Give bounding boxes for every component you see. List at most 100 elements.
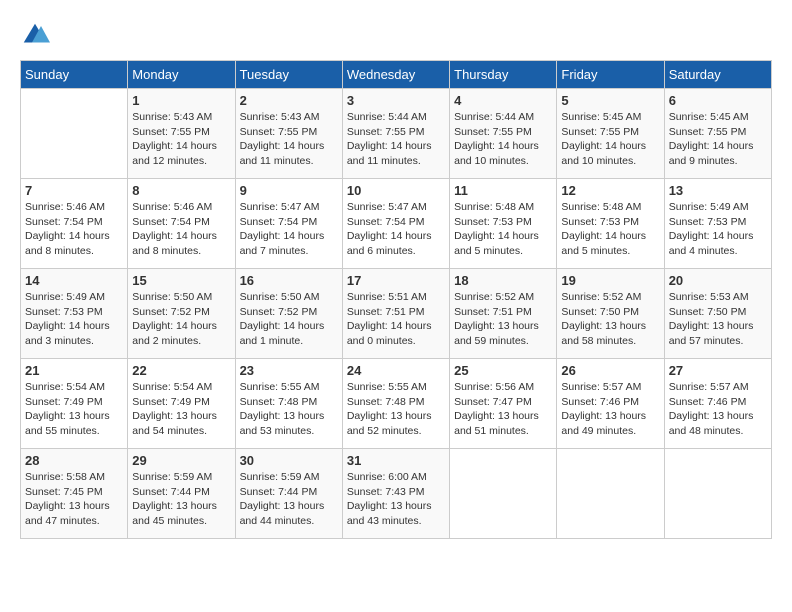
day-info: Sunrise: 5:47 AM Sunset: 7:54 PM Dayligh… <box>240 200 338 259</box>
day-info: Sunrise: 5:48 AM Sunset: 7:53 PM Dayligh… <box>454 200 552 259</box>
header-day-friday: Friday <box>557 61 664 89</box>
calendar-cell: 12 Sunrise: 5:48 AM Sunset: 7:53 PM Dayli… <box>557 179 664 269</box>
day-info: Sunrise: 5:44 AM Sunset: 7:55 PM Dayligh… <box>454 110 552 169</box>
day-number: 3 <box>347 93 445 108</box>
day-info: Sunrise: 5:55 AM Sunset: 7:48 PM Dayligh… <box>347 380 445 439</box>
day-number: 31 <box>347 453 445 468</box>
day-info: Sunrise: 5:45 AM Sunset: 7:55 PM Dayligh… <box>669 110 767 169</box>
day-number: 11 <box>454 183 552 198</box>
calendar-cell: 23 Sunrise: 5:55 AM Sunset: 7:48 PM Dayli… <box>235 359 342 449</box>
day-number: 12 <box>561 183 659 198</box>
day-info: Sunrise: 5:59 AM Sunset: 7:44 PM Dayligh… <box>240 470 338 529</box>
calendar-cell: 31 Sunrise: 6:00 AM Sunset: 7:43 PM Dayli… <box>342 449 449 539</box>
calendar-cell: 18 Sunrise: 5:52 AM Sunset: 7:51 PM Dayli… <box>450 269 557 359</box>
calendar-week-3: 14 Sunrise: 5:49 AM Sunset: 7:53 PM Dayli… <box>21 269 772 359</box>
day-info: Sunrise: 5:47 AM Sunset: 7:54 PM Dayligh… <box>347 200 445 259</box>
day-number: 8 <box>132 183 230 198</box>
day-number: 1 <box>132 93 230 108</box>
day-info: Sunrise: 5:57 AM Sunset: 7:46 PM Dayligh… <box>561 380 659 439</box>
calendar-cell: 5 Sunrise: 5:45 AM Sunset: 7:55 PM Daylig… <box>557 89 664 179</box>
day-info: Sunrise: 5:44 AM Sunset: 7:55 PM Dayligh… <box>347 110 445 169</box>
day-info: Sunrise: 5:45 AM Sunset: 7:55 PM Dayligh… <box>561 110 659 169</box>
page-header <box>20 20 772 50</box>
day-number: 14 <box>25 273 123 288</box>
calendar-body: 1 Sunrise: 5:43 AM Sunset: 7:55 PM Daylig… <box>21 89 772 539</box>
calendar-cell: 30 Sunrise: 5:59 AM Sunset: 7:44 PM Dayli… <box>235 449 342 539</box>
day-number: 24 <box>347 363 445 378</box>
calendar-week-5: 28Sunrise: 5:58 AM Sunset: 7:45 PM Dayli… <box>21 449 772 539</box>
calendar-cell: 21Sunrise: 5:54 AM Sunset: 7:49 PM Dayli… <box>21 359 128 449</box>
calendar-cell: 11 Sunrise: 5:48 AM Sunset: 7:53 PM Dayli… <box>450 179 557 269</box>
day-number: 27 <box>669 363 767 378</box>
calendar-cell: 27 Sunrise: 5:57 AM Sunset: 7:46 PM Dayli… <box>664 359 771 449</box>
header-day-wednesday: Wednesday <box>342 61 449 89</box>
calendar-cell: 2 Sunrise: 5:43 AM Sunset: 7:55 PM Daylig… <box>235 89 342 179</box>
day-info: Sunrise: 5:48 AM Sunset: 7:53 PM Dayligh… <box>561 200 659 259</box>
day-info: Sunrise: 5:57 AM Sunset: 7:46 PM Dayligh… <box>669 380 767 439</box>
day-info: Sunrise: 5:54 AM Sunset: 7:49 PM Dayligh… <box>25 380 123 439</box>
calendar-cell: 15 Sunrise: 5:50 AM Sunset: 7:52 PM Dayli… <box>128 269 235 359</box>
day-info: Sunrise: 5:43 AM Sunset: 7:55 PM Dayligh… <box>132 110 230 169</box>
header-day-thursday: Thursday <box>450 61 557 89</box>
calendar-week-2: 7 Sunrise: 5:46 AM Sunset: 7:54 PM Daylig… <box>21 179 772 269</box>
logo-icon <box>20 20 50 50</box>
day-info: Sunrise: 5:52 AM Sunset: 7:50 PM Dayligh… <box>561 290 659 349</box>
calendar-cell: 13Sunrise: 5:49 AM Sunset: 7:53 PM Dayli… <box>664 179 771 269</box>
day-number: 23 <box>240 363 338 378</box>
day-info: Sunrise: 5:43 AM Sunset: 7:55 PM Dayligh… <box>240 110 338 169</box>
day-number: 26 <box>561 363 659 378</box>
header-day-tuesday: Tuesday <box>235 61 342 89</box>
day-number: 29 <box>132 453 230 468</box>
calendar-cell: 29 Sunrise: 5:59 AM Sunset: 7:44 PM Dayli… <box>128 449 235 539</box>
calendar-cell: 28Sunrise: 5:58 AM Sunset: 7:45 PM Dayli… <box>21 449 128 539</box>
calendar-cell <box>450 449 557 539</box>
logo <box>20 20 54 50</box>
calendar-cell: 3 Sunrise: 5:44 AM Sunset: 7:55 PM Daylig… <box>342 89 449 179</box>
header-day-sunday: Sunday <box>21 61 128 89</box>
day-info: Sunrise: 5:59 AM Sunset: 7:44 PM Dayligh… <box>132 470 230 529</box>
day-number: 17 <box>347 273 445 288</box>
day-number: 15 <box>132 273 230 288</box>
day-info: Sunrise: 5:46 AM Sunset: 7:54 PM Dayligh… <box>25 200 123 259</box>
day-info: Sunrise: 5:52 AM Sunset: 7:51 PM Dayligh… <box>454 290 552 349</box>
day-info: Sunrise: 5:49 AM Sunset: 7:53 PM Dayligh… <box>25 290 123 349</box>
day-info: Sunrise: 5:55 AM Sunset: 7:48 PM Dayligh… <box>240 380 338 439</box>
day-info: Sunrise: 5:53 AM Sunset: 7:50 PM Dayligh… <box>669 290 767 349</box>
day-info: Sunrise: 5:46 AM Sunset: 7:54 PM Dayligh… <box>132 200 230 259</box>
day-info: Sunrise: 5:51 AM Sunset: 7:51 PM Dayligh… <box>347 290 445 349</box>
calendar-cell <box>21 89 128 179</box>
calendar-cell: 4 Sunrise: 5:44 AM Sunset: 7:55 PM Daylig… <box>450 89 557 179</box>
calendar-cell: 20Sunrise: 5:53 AM Sunset: 7:50 PM Dayli… <box>664 269 771 359</box>
day-number: 18 <box>454 273 552 288</box>
calendar-cell: 25Sunrise: 5:56 AM Sunset: 7:47 PM Dayli… <box>450 359 557 449</box>
day-number: 7 <box>25 183 123 198</box>
day-number: 2 <box>240 93 338 108</box>
day-info: Sunrise: 6:00 AM Sunset: 7:43 PM Dayligh… <box>347 470 445 529</box>
day-number: 9 <box>240 183 338 198</box>
calendar-cell: 8 Sunrise: 5:46 AM Sunset: 7:54 PM Daylig… <box>128 179 235 269</box>
calendar-week-4: 21Sunrise: 5:54 AM Sunset: 7:49 PM Dayli… <box>21 359 772 449</box>
calendar-cell: 6Sunrise: 5:45 AM Sunset: 7:55 PM Daylig… <box>664 89 771 179</box>
calendar-cell <box>664 449 771 539</box>
day-number: 4 <box>454 93 552 108</box>
day-number: 30 <box>240 453 338 468</box>
calendar-cell: 19Sunrise: 5:52 AM Sunset: 7:50 PM Dayli… <box>557 269 664 359</box>
day-number: 16 <box>240 273 338 288</box>
day-info: Sunrise: 5:56 AM Sunset: 7:47 PM Dayligh… <box>454 380 552 439</box>
calendar-cell: 17 Sunrise: 5:51 AM Sunset: 7:51 PM Dayli… <box>342 269 449 359</box>
calendar-cell: 22Sunrise: 5:54 AM Sunset: 7:49 PM Dayli… <box>128 359 235 449</box>
calendar-table: SundayMondayTuesdayWednesdayThursdayFrid… <box>20 60 772 539</box>
calendar-cell: 1 Sunrise: 5:43 AM Sunset: 7:55 PM Daylig… <box>128 89 235 179</box>
day-info: Sunrise: 5:49 AM Sunset: 7:53 PM Dayligh… <box>669 200 767 259</box>
calendar-cell: 16Sunrise: 5:50 AM Sunset: 7:52 PM Dayli… <box>235 269 342 359</box>
day-number: 5 <box>561 93 659 108</box>
calendar-week-1: 1 Sunrise: 5:43 AM Sunset: 7:55 PM Daylig… <box>21 89 772 179</box>
day-number: 10 <box>347 183 445 198</box>
calendar-cell: 9 Sunrise: 5:47 AM Sunset: 7:54 PM Daylig… <box>235 179 342 269</box>
header-day-saturday: Saturday <box>664 61 771 89</box>
calendar-cell: 10 Sunrise: 5:47 AM Sunset: 7:54 PM Dayli… <box>342 179 449 269</box>
calendar-cell: 14 Sunrise: 5:49 AM Sunset: 7:53 PM Dayli… <box>21 269 128 359</box>
day-number: 22 <box>132 363 230 378</box>
day-number: 28 <box>25 453 123 468</box>
day-info: Sunrise: 5:50 AM Sunset: 7:52 PM Dayligh… <box>132 290 230 349</box>
